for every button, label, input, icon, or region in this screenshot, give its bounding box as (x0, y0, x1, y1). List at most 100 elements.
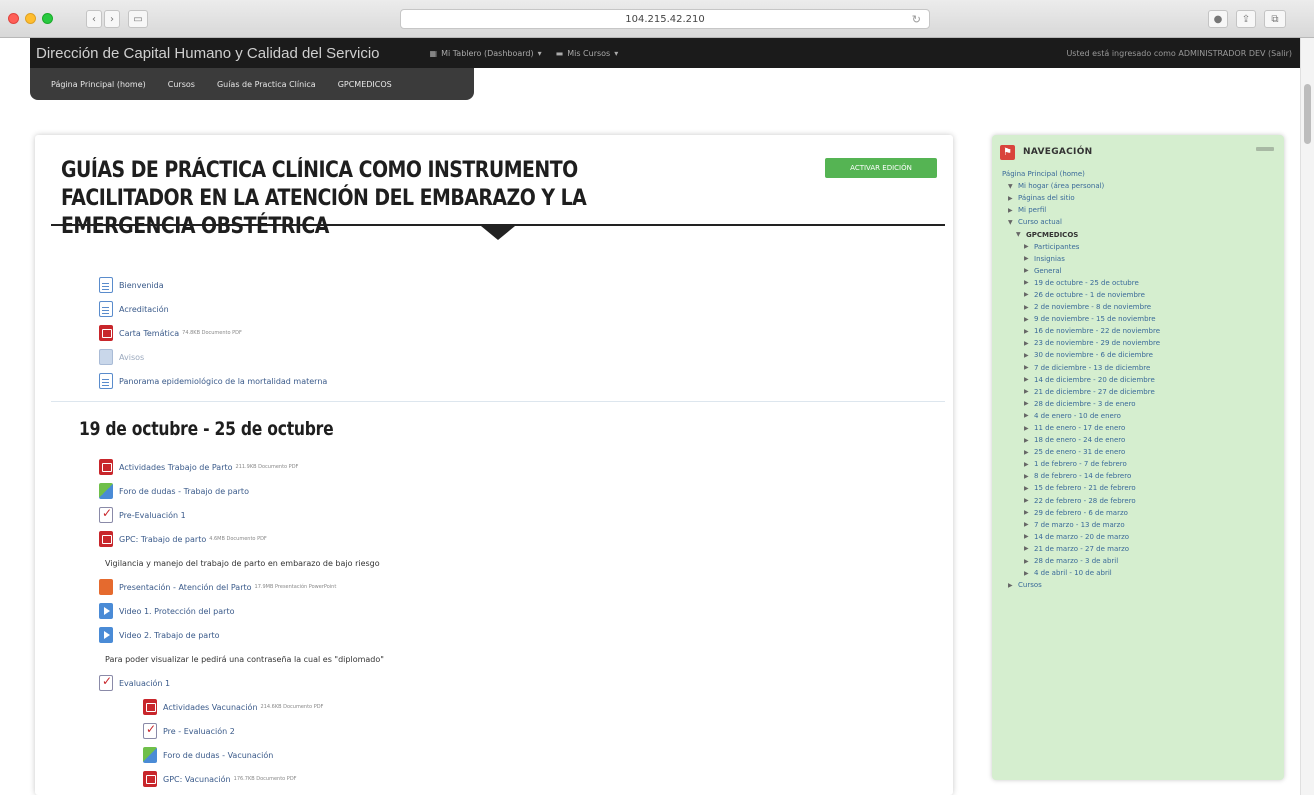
close-window-button[interactable] (8, 13, 19, 24)
nav-item-week[interactable]: ▶ 7 de marzo - 13 de marzo (1002, 519, 1160, 531)
nav-item-profile[interactable]: ▶ Mi perfil (1002, 204, 1160, 216)
breadcrumb-category[interactable]: Guías de Practica Clínica (206, 80, 327, 89)
caret-right-icon: ▶ (1024, 460, 1029, 468)
nav-item-week[interactable]: ▶ 21 de marzo - 27 de marzo (1002, 543, 1160, 555)
nav-item-week[interactable]: ▶ 18 de enero - 24 de enero (1002, 434, 1160, 446)
zoom-window-button[interactable] (42, 13, 53, 24)
nav-item-week[interactable]: ▶ 25 de enero - 31 de enero (1002, 446, 1160, 458)
nav-item-week[interactable]: ▶ 16 de noviembre - 22 de noviembre (1002, 325, 1160, 337)
activity-foro-parto[interactable]: Foro de dudas - Trabajo de parto (99, 479, 384, 503)
activity-pre-evaluacion-2[interactable]: Pre - Evaluación 2 (99, 719, 384, 743)
nav-item-general[interactable]: ▶ General (1002, 265, 1160, 277)
reload-icon[interactable]: ↻ (912, 13, 921, 26)
activity-video-2[interactable]: Video 2. Trabajo de parto (99, 623, 384, 647)
nav-item-label: Participantes (1034, 242, 1080, 251)
breadcrumb-home[interactable]: Página Principal (home) (40, 80, 157, 89)
nav-item-week[interactable]: ▶ 19 de octubre - 25 de octubre (1002, 277, 1160, 289)
page-scrollbar[interactable] (1300, 38, 1314, 795)
activity-carta-tematica[interactable]: Carta Temática 74.8KB Documento PDF (99, 321, 327, 345)
activity-bienvenida[interactable]: Bienvenida (99, 273, 327, 297)
nav-item-week[interactable]: ▶ 28 de diciembre - 3 de enero (1002, 398, 1160, 410)
activity-evaluacion-1[interactable]: Evaluación 1 (99, 671, 384, 695)
downloads-button[interactable]: ● (1208, 10, 1228, 28)
activity-gpc-vacunacion[interactable]: GPC: Vacunación 176.7KB Documento PDF (99, 767, 384, 791)
dock-block-icon[interactable] (1256, 147, 1274, 151)
chevron-right-icon: › (110, 13, 114, 25)
caret-right-icon: ▶ (1024, 545, 1029, 553)
nav-item-badges[interactable]: ▶ Insignias (1002, 253, 1160, 265)
caret-right-icon: ▶ (1008, 581, 1013, 589)
nav-item-week[interactable]: ▶ 11 de enero - 17 de enero (1002, 422, 1160, 434)
caret-right-icon: ▶ (1024, 339, 1029, 347)
minimize-window-button[interactable] (25, 13, 36, 24)
nav-item-week[interactable]: ▶ 7 de diciembre - 13 de diciembre (1002, 362, 1160, 374)
back-button[interactable]: ‹ (86, 10, 102, 28)
nav-item-week[interactable]: ▶ 14 de diciembre - 20 de diciembre (1002, 374, 1160, 386)
nav-item-week[interactable]: ▶ 21 de diciembre - 27 de diciembre (1002, 386, 1160, 398)
caret-right-icon: ▶ (1024, 557, 1029, 565)
nav-item-course[interactable]: ▼ GPCMEDICOS (1002, 228, 1160, 240)
nav-item-week[interactable]: ▶ 1 de febrero - 7 de febrero (1002, 458, 1160, 470)
file-meta: 211.9KB Documento PDF (235, 464, 299, 470)
course-content: GUÍAS DE PRÁCTICA CLÍNICA COMO INSTRUMEN… (35, 135, 953, 795)
nav-item-week[interactable]: ▶ 4 de abril - 10 de abril (1002, 567, 1160, 579)
nav-item-week[interactable]: ▶ 28 de marzo - 3 de abril (1002, 555, 1160, 567)
forward-button[interactable]: › (104, 10, 120, 28)
nav-item-label: 11 de enero - 17 de enero (1034, 424, 1126, 433)
nav-item-current-course[interactable]: ▼ Curso actual (1002, 216, 1160, 228)
nav-item-label: 2 de noviembre - 8 de noviembre (1034, 303, 1152, 312)
nav-item-week[interactable]: ▶ 26 de octubre - 1 de noviembre (1002, 289, 1160, 301)
activity-avisos[interactable]: Avisos (99, 345, 327, 369)
nav-item-week[interactable]: ▶ 9 de noviembre - 15 de noviembre (1002, 313, 1160, 325)
nav-item-site-pages[interactable]: ▶ Páginas del sitio (1002, 192, 1160, 204)
nav-item-week[interactable]: ▶ 8 de febrero - 14 de febrero (1002, 470, 1160, 482)
share-button[interactable]: ⇪ (1236, 10, 1256, 28)
user-login-info[interactable]: Usted está ingresado como ADMINISTRADOR … (1066, 49, 1292, 58)
activity-presentacion-parto[interactable]: Presentación - Atención del Parto 17.9MB… (99, 575, 384, 599)
activity-video-1[interactable]: Video 1. Protección del parto (99, 599, 384, 623)
activity-label: Foro de dudas - Trabajo de parto (119, 486, 249, 496)
dashboard-menu[interactable]: ▦ Mi Tablero (Dashboard) ▾ (430, 49, 542, 58)
nav-item-week[interactable]: ▶ 29 de febrero - 6 de marzo (1002, 507, 1160, 519)
nav-item-week[interactable]: ▶ 23 de noviembre - 29 de noviembre (1002, 337, 1160, 349)
site-name-link[interactable]: Dirección de Capital Humano y Calidad de… (36, 45, 380, 62)
nav-item-label: 22 de febrero - 28 de febrero (1034, 496, 1136, 505)
nav-item-week[interactable]: ▶ 2 de noviembre - 8 de noviembre (1002, 301, 1160, 313)
my-courses-menu[interactable]: ▬ Mis Cursos ▾ (556, 49, 619, 58)
nav-item-week[interactable]: ▶ 30 de noviembre - 6 de diciembre (1002, 349, 1160, 361)
nav-item-participants[interactable]: ▶ Participantes (1002, 241, 1160, 253)
activity-actividades-vacunacion[interactable]: Actividades Vacunación 214.6KB Documento… (99, 695, 384, 719)
nav-item-week[interactable]: ▶ 4 de enero - 10 de enero (1002, 410, 1160, 422)
breadcrumb-course[interactable]: GPCMEDICOS (327, 80, 403, 89)
nav-item-label: 7 de diciembre - 13 de diciembre (1034, 363, 1151, 372)
nav-item-week[interactable]: ▶ 22 de febrero - 28 de febrero (1002, 495, 1160, 507)
nav-item-home[interactable]: Página Principal (home) (1002, 168, 1160, 180)
nav-item-week[interactable]: ▶ 14 de marzo - 20 de marzo (1002, 531, 1160, 543)
activity-foro-vacunacion[interactable]: Foro de dudas - Vacunación (99, 743, 384, 767)
tabs-button[interactable]: ⧉ (1264, 10, 1286, 28)
section-title: 19 de octubre - 25 de octubre (79, 418, 334, 440)
activity-label: Evaluación 1 (119, 678, 171, 688)
caret-right-icon: ▶ (1024, 291, 1029, 299)
pdf-icon (143, 699, 157, 715)
navigation-header: ⚑ NAVEGACIÓN (1000, 144, 1093, 160)
caret-down-icon: ▾ (614, 48, 619, 58)
browser-toolbar: ‹ › ▭ 104.215.42.210 ↻ ● ⇪ ⧉ (0, 0, 1314, 38)
video-icon (99, 603, 113, 619)
nav-item-dashboard[interactable]: ▼ Mi hogar (área personal) (1002, 180, 1160, 192)
activity-acreditacion[interactable]: Acreditación (99, 297, 327, 321)
activity-gpc-parto[interactable]: GPC: Trabajo de parto 4.6MB Documento PD… (99, 527, 384, 551)
address-bar[interactable]: 104.215.42.210 ↻ (400, 9, 930, 29)
activity-actividades-parto[interactable]: Actividades Trabajo de Parto 211.9KB Doc… (99, 455, 384, 479)
my-courses-menu-label: Mis Cursos (567, 48, 611, 58)
nav-item-courses[interactable]: ▶ Cursos (1002, 579, 1160, 591)
page-title: GUÍAS DE PRÁCTICA CLÍNICA COMO INSTRUMEN… (61, 158, 587, 239)
activity-pre-evaluacion-1[interactable]: Pre-Evaluación 1 (99, 503, 384, 527)
caret-right-icon: ▶ (1024, 521, 1029, 529)
scrollbar-thumb[interactable] (1304, 84, 1311, 144)
activity-panorama[interactable]: Panorama epidemiológico de la mortalidad… (99, 369, 327, 393)
nav-item-week[interactable]: ▶ 15 de febrero - 21 de febrero (1002, 482, 1160, 494)
enable-editing-button[interactable]: ACTIVAR EDICIÓN (825, 158, 937, 178)
breadcrumb-courses[interactable]: Cursos (157, 80, 206, 89)
sidebar-toggle-button[interactable]: ▭ (128, 10, 148, 28)
